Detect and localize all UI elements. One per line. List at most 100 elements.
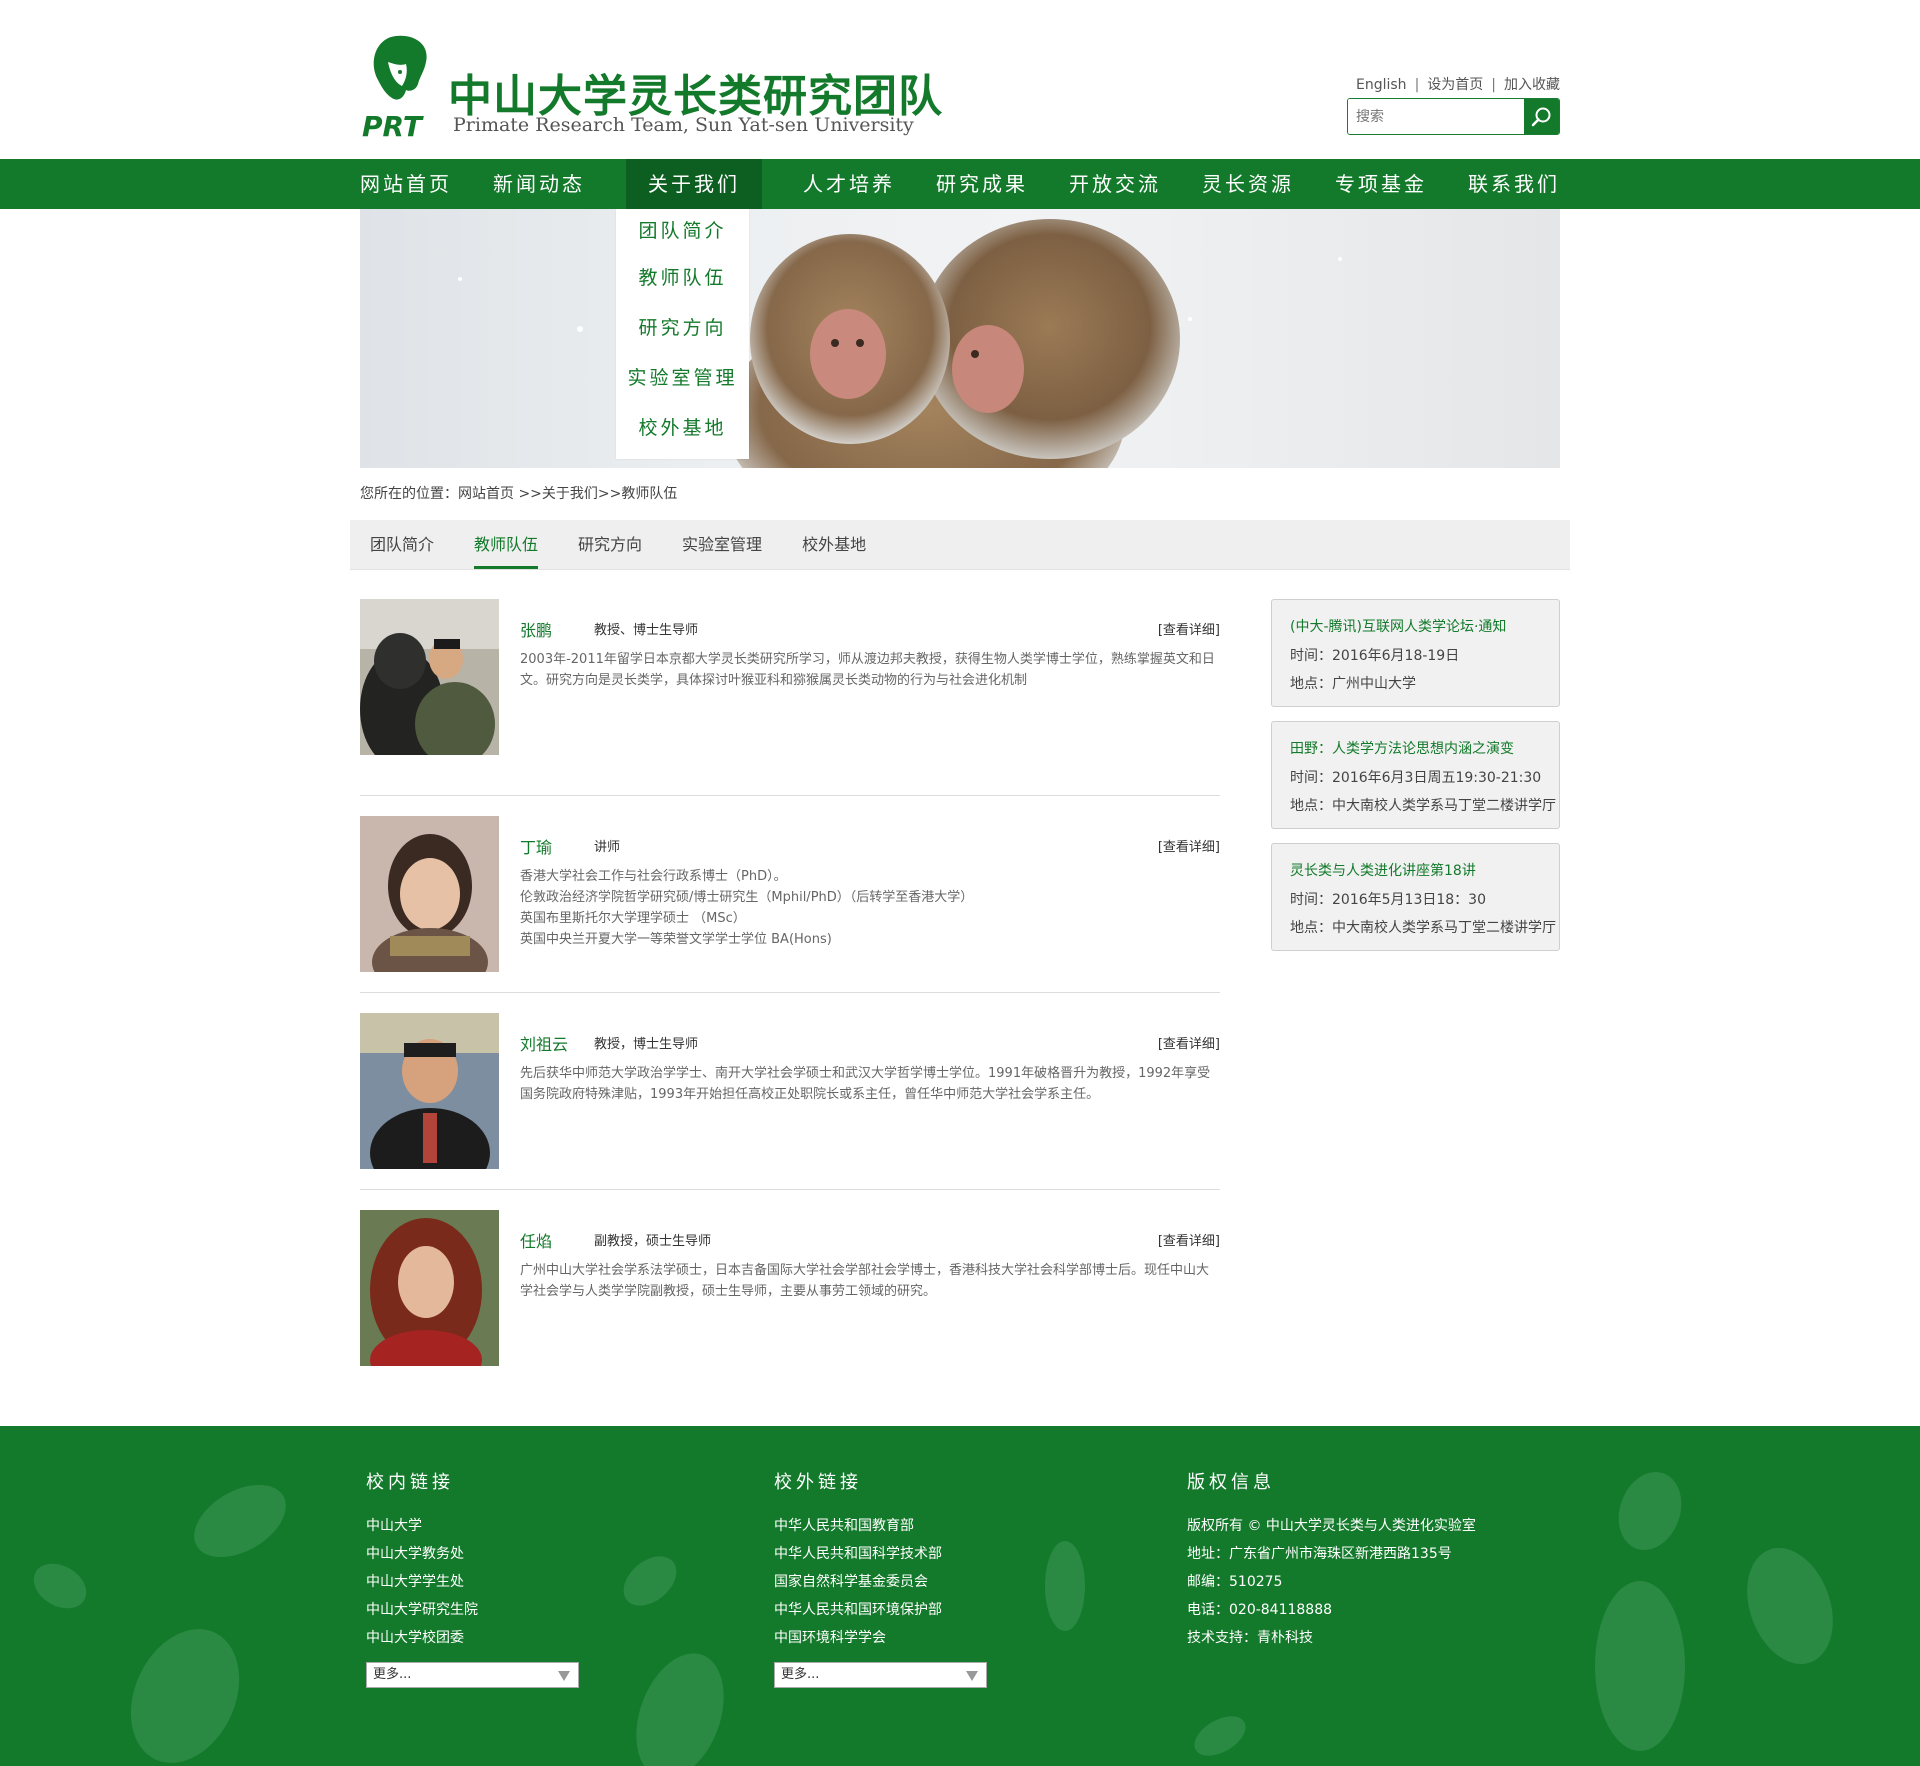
nav-item-resources[interactable]: 灵长资源 <box>1202 159 1294 209</box>
events-sidebar: (中大-腾讯)互联网人类学论坛·通知 时间：2016年6月18-19日 地点：广… <box>1271 599 1560 965</box>
footer-link[interactable]: 中华人民共和国科学技术部 <box>774 1540 987 1568</box>
faculty-description: 香港大学社会工作与社会行政系博士（PhD）。 伦敦政治经济学院哲学研究硕/博士研… <box>520 866 1220 950</box>
portrait-image[interactable] <box>360 599 499 755</box>
search-icon <box>1531 107 1550 126</box>
faculty-title: 教授，博士生导师 <box>594 1037 699 1052</box>
event-title[interactable]: (中大-腾讯)互联网人类学论坛·通知 <box>1290 616 1541 636</box>
portrait-image[interactable] <box>360 1210 499 1366</box>
event-title[interactable]: 灵长类与人类进化讲座第18讲 <box>1290 860 1541 880</box>
faculty-name[interactable]: 张鹏 <box>520 617 552 641</box>
tab-field-base[interactable]: 校外基地 <box>802 520 866 569</box>
footer-link[interactable]: 中华人民共和国教育部 <box>774 1512 987 1540</box>
external-more-select[interactable]: 更多... <box>774 1662 987 1688</box>
event-title[interactable]: 田野：人类学方法论思想内涵之演变 <box>1290 738 1541 758</box>
dropdown-item-lab-management[interactable]: 实验室管理 <box>616 353 749 403</box>
view-detail-link[interactable]: [查看详细] <box>1158 1033 1220 1052</box>
add-favorite-link[interactable]: 加入收藏 <box>1504 77 1560 93</box>
footer-link[interactable]: 中国环境科学学会 <box>774 1624 987 1652</box>
footer-link[interactable]: 中山大学校团委 <box>366 1624 579 1652</box>
site-subtitle: Primate Research Team, Sun Yat-sen Unive… <box>453 114 914 136</box>
internal-links-heading: 校内链接 <box>366 1472 454 1493</box>
breadcrumb-text: 您所在的位置：网站首页 >>关于我们>>教师队伍 <box>360 486 678 502</box>
dropdown-item-research-direction[interactable]: 研究方向 <box>616 303 749 353</box>
faculty-item: 张鹏 教授、博士生导师 [查看详细] 2003年-2011年留学日本京都大学灵长… <box>360 599 1220 796</box>
dropdown-item-faculty[interactable]: 教师队伍 <box>616 253 749 303</box>
separator: | <box>1491 77 1496 93</box>
event-card: 田野：人类学方法论思想内涵之演变 时间：2016年6月3日周五19:30-21:… <box>1271 721 1560 829</box>
nav-item-talent[interactable]: 人才培养 <box>803 159 895 209</box>
faculty-name[interactable]: 任焰 <box>520 1228 552 1252</box>
site-header: PRT 中山大学灵长类研究团队 Primate Research Team, S… <box>360 0 1560 159</box>
phone-line: 电话：020-84118888 <box>1187 1602 1333 1618</box>
view-detail-link[interactable]: [查看详细] <box>1158 836 1220 855</box>
tab-faculty[interactable]: 教师队伍 <box>474 520 539 569</box>
copyright-heading: 版权信息 <box>1187 1472 1275 1493</box>
internal-more-select[interactable]: 更多... <box>366 1662 579 1688</box>
faculty-list: 张鹏 教授、博士生导师 [查看详细] 2003年-2011年留学日本京都大学灵长… <box>360 599 1220 1386</box>
footer-link[interactable]: 中山大学研究生院 <box>366 1596 579 1624</box>
dropdown-item-field-base[interactable]: 校外基地 <box>616 403 749 453</box>
faculty-name[interactable]: 刘祖云 <box>520 1031 568 1055</box>
footer-link[interactable]: 中山大学学生处 <box>366 1568 579 1596</box>
nav-item-contact[interactable]: 联系我们 <box>1468 159 1560 209</box>
portrait-image[interactable] <box>360 816 499 972</box>
nav-item-home[interactable]: 网站首页 <box>360 159 452 209</box>
faculty-description: 2003年-2011年留学日本京都大学灵长类研究所学习，师从渡边邦夫教授，获得生… <box>520 649 1220 691</box>
external-links-heading: 校外链接 <box>774 1472 862 1493</box>
dropdown-item-team-intro[interactable]: 团队简介 <box>616 209 749 253</box>
tab-lab-management[interactable]: 实验室管理 <box>682 520 762 569</box>
search-button[interactable] <box>1524 99 1559 134</box>
nav-item-research[interactable]: 研究成果 <box>936 159 1028 209</box>
event-place: 地点：中大南校人类学系马丁堂二楼讲学厅 <box>1290 920 1556 936</box>
external-links-column: 校外链接 中华人民共和国教育部 中华人民共和国科学技术部 国家自然科学基金委员会… <box>774 1468 987 1688</box>
faculty-item: 丁瑜 讲师 [查看详细] 香港大学社会工作与社会行政系博士（PhD）。 伦敦政治… <box>360 796 1220 993</box>
sub-nav: 团队简介 教师队伍 研究方向 实验室管理 校外基地 <box>350 520 1570 570</box>
site-footer: 校内链接 中山大学 中山大学教务处 中山大学学生处 中山大学研究生院 中山大学校… <box>0 1426 1920 1766</box>
description-line: 广州中山大学社会学系法学硕士，日本吉备国际大学社会学部社会学博士，香港科技大学社… <box>520 1263 1210 1299</box>
event-card: (中大-腾讯)互联网人类学论坛·通知 时间：2016年6月18-19日 地点：广… <box>1271 599 1560 707</box>
faculty-title: 副教授，硕士生导师 <box>594 1234 712 1249</box>
breadcrumb: 您所在的位置：网站首页 >>关于我们>>教师队伍 <box>360 468 1560 520</box>
dropdown-arrow-icon <box>558 1671 570 1681</box>
faculty-name[interactable]: 丁瑜 <box>520 834 552 858</box>
faculty-item: 任焰 副教授，硕士生导师 [查看详细] 广州中山大学社会学系法学硕士，日本吉备国… <box>360 1190 1220 1386</box>
nav-item-about[interactable]: 关于我们 <box>626 159 762 209</box>
portrait-image[interactable] <box>360 1013 499 1169</box>
footer-link[interactable]: 中山大学教务处 <box>366 1540 579 1568</box>
select-value: 更多... <box>781 1667 820 1682</box>
copyright-column: 版权信息 版权所有 © 中山大学灵长类与人类进化实验室 地址：广东省广州市海珠区… <box>1187 1468 1476 1652</box>
event-time: 时间：2016年6月3日周五19:30-21:30 <box>1290 770 1542 786</box>
view-detail-link[interactable]: [查看详细] <box>1158 1230 1220 1249</box>
main-nav: 网站首页 新闻动态 关于我们 人才培养 研究成果 开放交流 灵长资源 专项基金 … <box>0 159 1920 209</box>
english-link[interactable]: English <box>1356 77 1407 93</box>
event-place: 地点：广州中山大学 <box>1290 676 1416 692</box>
footer-link[interactable]: 中华人民共和国环境保护部 <box>774 1596 987 1624</box>
view-detail-link[interactable]: [查看详细] <box>1158 619 1220 638</box>
main-content: 张鹏 教授、博士生导师 [查看详细] 2003年-2011年留学日本京都大学灵长… <box>360 570 1560 1420</box>
nav-item-exchange[interactable]: 开放交流 <box>1069 159 1161 209</box>
description-line: 伦敦政治经济学院哲学研究硕/博士研究生（Mphil/PhD）（后转学至香港大学） <box>520 890 974 905</box>
separator: | <box>1414 77 1420 93</box>
banner-monkeys-image <box>458 219 1342 468</box>
logo-text: PRT <box>362 110 424 142</box>
select-value: 更多... <box>373 1667 412 1682</box>
footer-link[interactable]: 国家自然科学基金委员会 <box>774 1568 987 1596</box>
event-place: 地点：中大南校人类学系马丁堂二楼讲学厅 <box>1290 798 1556 814</box>
footer-link[interactable]: 中山大学 <box>366 1512 579 1540</box>
event-time: 时间：2016年5月13日18：30 <box>1290 892 1486 908</box>
description-line: 先后获华中师范大学政治学学士、南开大学社会学硕士和武汉大学哲学博士学位。1991… <box>520 1066 1211 1102</box>
nav-item-fund[interactable]: 专项基金 <box>1335 159 1427 209</box>
nav-item-news[interactable]: 新闻动态 <box>493 159 585 209</box>
faculty-description: 先后获华中师范大学政治学学士、南开大学社会学硕士和武汉大学哲学博士学位。1991… <box>520 1063 1220 1105</box>
search-input[interactable] <box>1348 99 1524 134</box>
top-links: English | 设为首页 | 加入收藏 <box>1356 74 1560 94</box>
description-line: 2003年-2011年留学日本京都大学灵长类研究所学习，师从渡边邦夫教授，获得生… <box>520 652 1215 688</box>
postcode-line: 邮编：510275 <box>1187 1574 1283 1590</box>
tab-team-intro[interactable]: 团队简介 <box>370 520 434 569</box>
faculty-description: 广州中山大学社会学系法学硕士，日本吉备国际大学社会学部社会学博士，香港科技大学社… <box>520 1260 1220 1302</box>
description-line: 英国中央兰开夏大学一等荣誉文学学士学位 BA(Hons) <box>520 932 832 947</box>
faculty-item: 刘祖云 教授，博士生导师 [查看详细] 先后获华中师范大学政治学学士、南开大学社… <box>360 993 1220 1190</box>
tab-research-direction[interactable]: 研究方向 <box>578 520 642 569</box>
set-homepage-link[interactable]: 设为首页 <box>1427 77 1483 93</box>
internal-links-column: 校内链接 中山大学 中山大学教务处 中山大学学生处 中山大学研究生院 中山大学校… <box>366 1468 579 1688</box>
